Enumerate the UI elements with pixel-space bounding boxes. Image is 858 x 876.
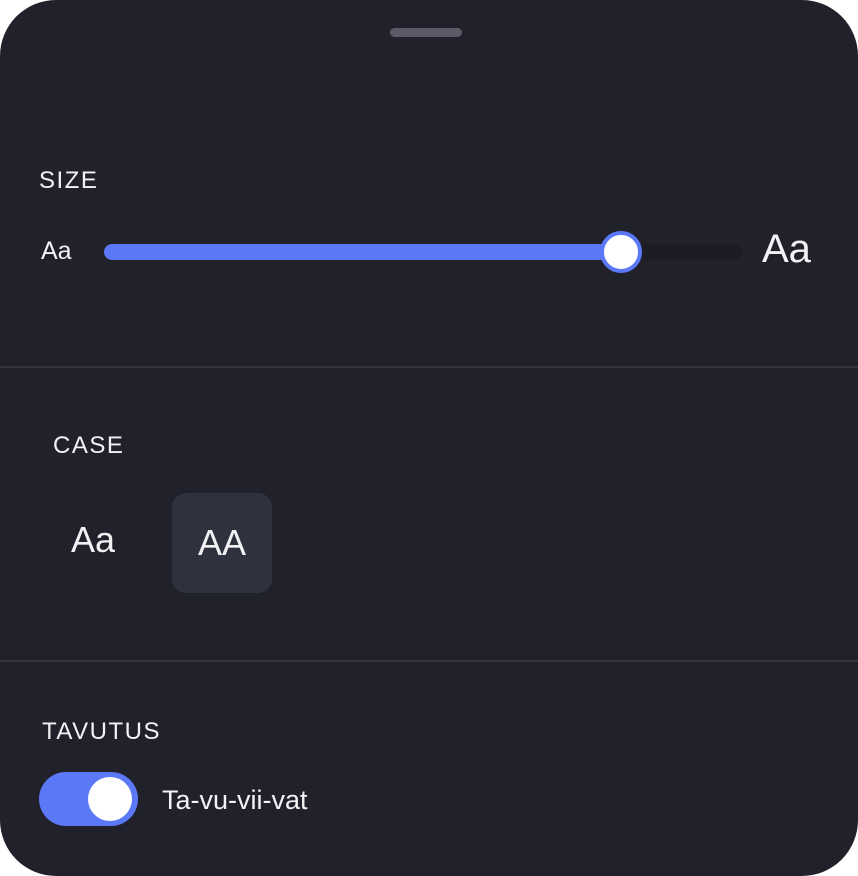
size-max-label: Aa (762, 227, 811, 271)
size-section-title: SIZE (39, 167, 99, 194)
section-divider (0, 660, 858, 662)
size-slider-fill (104, 244, 621, 260)
size-slider-thumb[interactable] (600, 231, 642, 273)
drag-handle[interactable] (390, 28, 462, 37)
text-settings-sheet: SIZE Aa Aa CASE Aa AA TAVUTUS Ta-vu-vii-… (0, 0, 858, 876)
case-option-uppercase[interactable]: AA (172, 493, 272, 593)
hyphenation-example-text: Ta-vu-vii-vat (162, 785, 308, 815)
hyphenation-section-title: TAVUTUS (42, 718, 161, 745)
case-section-title: CASE (53, 432, 125, 459)
hyphenation-toggle[interactable] (39, 772, 138, 826)
size-slider[interactable] (104, 231, 742, 273)
case-option-mixed[interactable]: Aa (43, 490, 143, 590)
size-min-label: Aa (41, 237, 72, 265)
section-divider (0, 366, 858, 368)
toggle-knob (88, 777, 132, 821)
